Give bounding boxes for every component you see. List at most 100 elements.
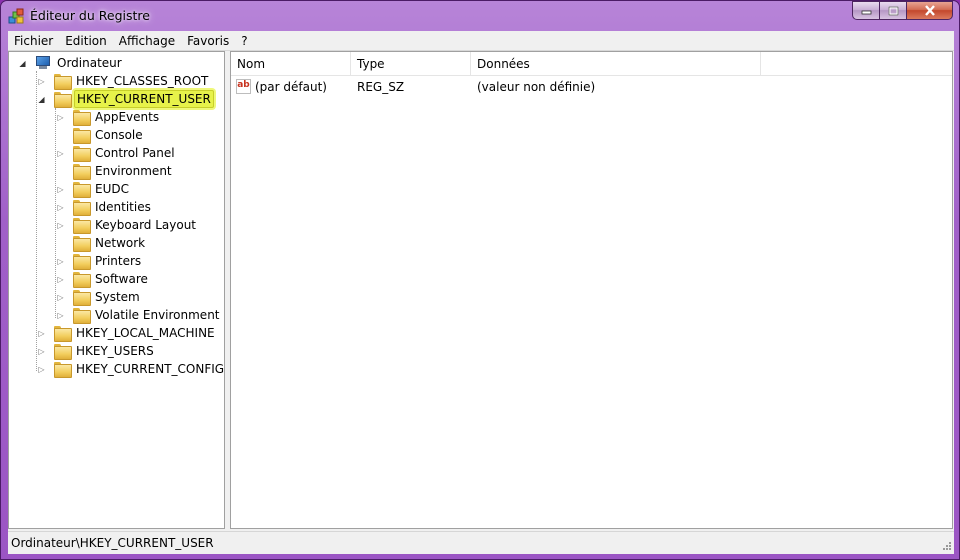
tree-item-hkey-local-machine[interactable]: ▷ HKEY_LOCAL_MACHINE — [37, 324, 217, 342]
expand-arrow-icon[interactable]: ▷ — [56, 311, 65, 320]
folder-icon — [73, 146, 91, 162]
cell-type: REG_SZ — [357, 80, 405, 94]
folder-icon — [54, 326, 72, 342]
resize-grip-icon[interactable] — [942, 541, 952, 551]
tree-item-printers[interactable]: ▷ Printers — [56, 252, 143, 270]
expand-arrow-icon[interactable]: ▷ — [37, 347, 46, 356]
column-header-filler — [761, 52, 952, 76]
window-title: Éditeur du Registre — [30, 8, 150, 23]
tree-item-label: System — [95, 290, 140, 304]
folder-icon — [73, 290, 91, 306]
client-area: ◢ Ordinateur ▷ HKEY_CLASSES_ROOT ◢ HKEY_… — [8, 51, 954, 554]
expand-arrow-icon[interactable]: ▷ — [56, 293, 65, 302]
expand-arrow-icon — [56, 239, 65, 248]
tree-item-label: Software — [95, 272, 148, 286]
title-bar[interactable]: Éditeur du Registre — [1, 1, 959, 31]
menu-edition[interactable]: Edition — [59, 31, 113, 51]
list-row[interactable]: ab (par défaut) REG_SZ (valeur non défini… — [231, 76, 952, 98]
minimize-button[interactable] — [852, 1, 879, 20]
tree-item-appevents[interactable]: ▷ AppEvents — [56, 108, 161, 126]
column-header-donnees[interactable]: Données — [471, 52, 761, 76]
tree-item-label-selected: HKEY_CURRENT_USER — [74, 90, 214, 108]
tree-item-label: Identities — [95, 200, 151, 214]
expand-arrow-icon[interactable]: ▷ — [37, 329, 46, 338]
expand-arrow-icon[interactable]: ▷ — [56, 257, 65, 266]
column-header-nom[interactable]: Nom — [231, 52, 351, 76]
folder-icon — [73, 308, 91, 324]
expand-arrow-icon[interactable]: ▷ — [37, 365, 46, 374]
tree-item-label: EUDC — [95, 182, 129, 196]
tree-item-hkey-current-user[interactable]: ◢ HKEY_CURRENT_USER — [37, 90, 214, 108]
column-header-type[interactable]: Type — [351, 52, 471, 76]
tree-item-identities[interactable]: ▷ Identities — [56, 198, 153, 216]
folder-icon — [54, 362, 72, 378]
tree-item-label: Console — [95, 128, 143, 142]
tree-item-environment[interactable]: Environment — [56, 162, 174, 180]
menu-help[interactable]: ? — [235, 31, 253, 51]
tree-item-label: Ordinateur — [57, 56, 122, 70]
tree-item-volatile-environment[interactable]: ▷ Volatile Environment — [56, 306, 222, 324]
tree-item-control-panel[interactable]: ▷ Control Panel — [56, 144, 177, 162]
tree-item-network[interactable]: Network — [56, 234, 147, 252]
tree-item-console[interactable]: Console — [56, 126, 145, 144]
string-value-icon: ab — [236, 78, 251, 94]
tree-item-label: Printers — [95, 254, 142, 268]
tree-item-label: HKEY_CLASSES_ROOT — [76, 74, 209, 88]
menu-affichage[interactable]: Affichage — [113, 31, 181, 51]
values-list[interactable]: Nom Type Données ab (par défaut) REG_SZ (… — [230, 51, 953, 529]
status-bar: Ordinateur\HKEY_CURRENT_USER — [8, 531, 954, 553]
maximize-button[interactable] — [879, 1, 906, 20]
tree-item-label: Volatile Environment — [95, 308, 220, 322]
value-name: (par défaut) — [255, 79, 327, 94]
expand-arrow-icon[interactable]: ▷ — [56, 185, 65, 194]
folder-icon — [73, 128, 91, 144]
tree-item-eudc[interactable]: ▷ EUDC — [56, 180, 131, 198]
folder-open-icon — [54, 92, 72, 108]
tree-item-label: HKEY_USERS — [76, 344, 154, 358]
folder-icon — [73, 254, 91, 270]
status-path: Ordinateur\HKEY_CURRENT_USER — [11, 536, 214, 550]
close-icon — [924, 5, 935, 16]
tree-item-keyboard-layout[interactable]: ▷ Keyboard Layout — [56, 216, 198, 234]
close-button[interactable] — [906, 1, 953, 20]
tree-item-ordinateur[interactable]: ◢ Ordinateur — [18, 54, 124, 72]
collapse-arrow-icon[interactable]: ◢ — [18, 59, 27, 68]
folder-icon — [73, 218, 91, 234]
expand-arrow-icon[interactable]: ▷ — [37, 77, 46, 86]
expand-arrow-icon[interactable]: ▷ — [56, 203, 65, 212]
tree-item-label: Environment — [95, 164, 172, 178]
tree-item-label: Control Panel — [95, 146, 175, 160]
cell-data: (valeur non définie) — [477, 80, 596, 94]
expand-arrow-icon[interactable]: ▷ — [56, 113, 65, 122]
tree-item-system[interactable]: ▷ System — [56, 288, 142, 306]
folder-icon — [54, 74, 72, 90]
expand-arrow-icon[interactable]: ▷ — [56, 221, 65, 230]
cell-name: ab (par défaut) — [231, 78, 351, 95]
expand-arrow-icon — [56, 167, 65, 176]
tree-item-software[interactable]: ▷ Software — [56, 270, 150, 288]
registry-editor-window: Éditeur du Registre Fichier Edition Affi… — [0, 0, 960, 560]
folder-icon — [73, 164, 91, 180]
tree-item-label: Network — [95, 236, 146, 250]
computer-icon — [35, 56, 51, 70]
tree-item-label: Keyboard Layout — [95, 218, 197, 232]
tree-item-hkey-classes-root[interactable]: ▷ HKEY_CLASSES_ROOT — [37, 72, 210, 90]
tree-item-hkey-current-config[interactable]: ▷ HKEY_CURRENT_CONFIG — [37, 360, 225, 378]
folder-icon — [73, 272, 91, 288]
collapse-arrow-icon[interactable]: ◢ — [37, 95, 46, 104]
menu-bar: Fichier Edition Affichage Favoris ? — [8, 31, 954, 51]
folder-icon — [73, 182, 91, 198]
registry-tree[interactable]: ◢ Ordinateur ▷ HKEY_CLASSES_ROOT ◢ HKEY_… — [8, 51, 225, 529]
folder-icon — [73, 200, 91, 216]
expand-arrow-icon[interactable]: ▷ — [56, 275, 65, 284]
maximize-icon — [888, 6, 898, 15]
minimize-icon — [861, 10, 871, 15]
expand-arrow-icon[interactable]: ▷ — [56, 149, 65, 158]
menu-fichier[interactable]: Fichier — [8, 31, 59, 51]
regedit-app-icon — [8, 8, 24, 24]
tree-item-label: HKEY_CURRENT_CONFIG — [76, 362, 225, 376]
folder-icon — [73, 236, 91, 252]
menu-favoris[interactable]: Favoris — [181, 31, 235, 51]
folder-icon — [54, 344, 72, 360]
tree-item-hkey-users[interactable]: ▷ HKEY_USERS — [37, 342, 156, 360]
